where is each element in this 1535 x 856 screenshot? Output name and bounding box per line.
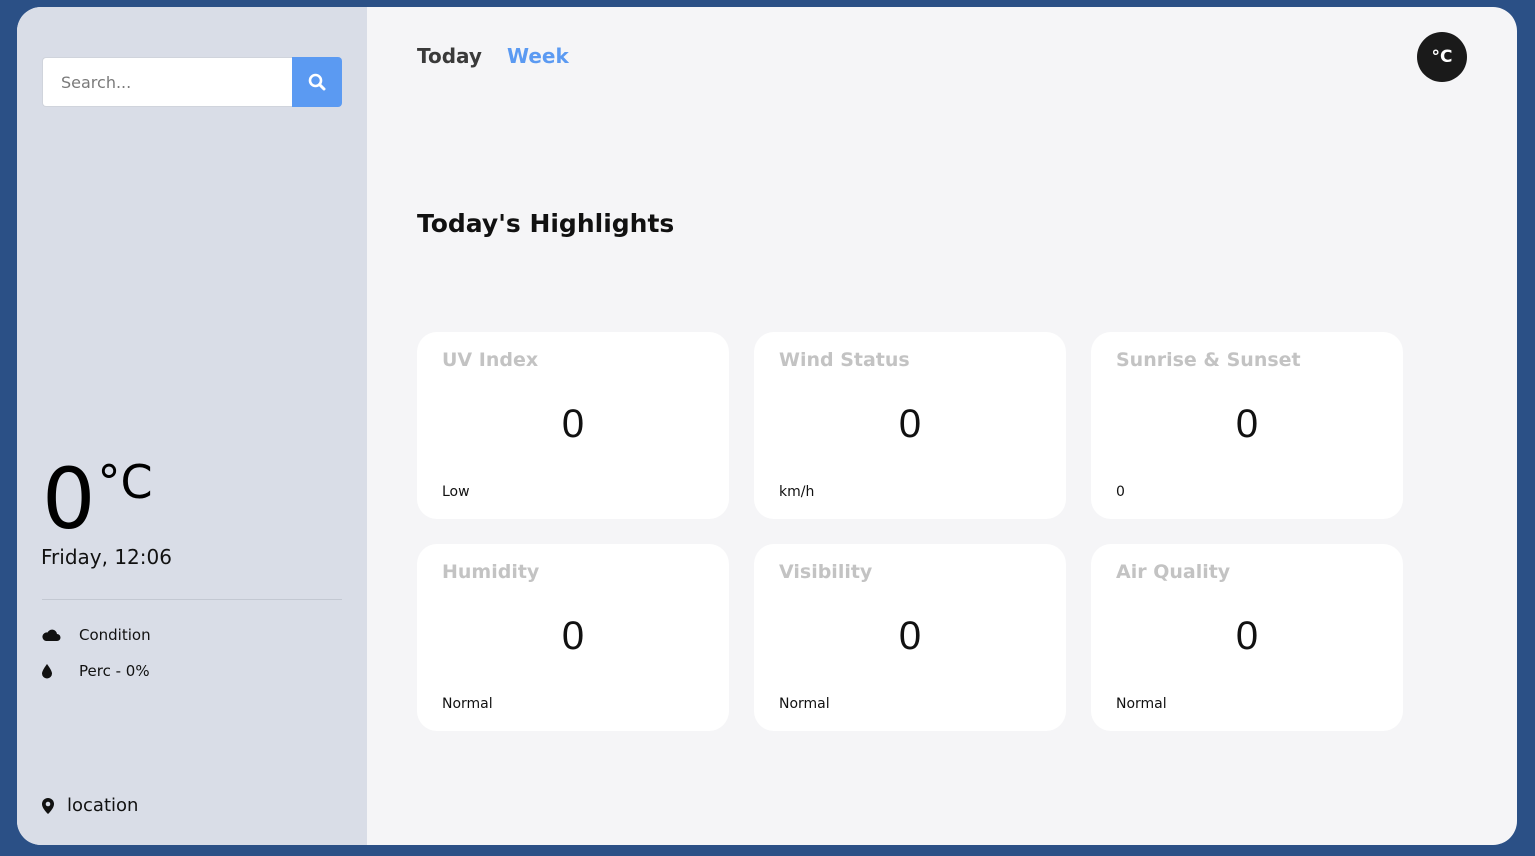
card-title: UV Index (442, 349, 539, 371)
card-title: Visibility (779, 561, 873, 583)
droplet-icon (41, 663, 63, 679)
card-status: Normal (1116, 696, 1167, 712)
card-value: 0 (898, 614, 922, 658)
tab-today[interactable]: Today (417, 44, 482, 68)
card-title: Sunrise & Sunset (1116, 349, 1301, 371)
card-value: 0 (561, 614, 585, 658)
search-button[interactable] (292, 57, 342, 107)
unit-toggle-button[interactable]: °C (1417, 32, 1467, 82)
card-status: Normal (779, 696, 830, 712)
card-sunrise-sunset: Sunrise & Sunset 0 0 (1091, 332, 1403, 519)
card-humidity: Humidity 0 Normal (417, 544, 729, 731)
card-uv-index: UV Index 0 Low (417, 332, 729, 519)
tab-week[interactable]: Week (507, 44, 569, 68)
condition-label: Condition (79, 626, 151, 644)
card-visibility: Visibility 0 Normal (754, 544, 1066, 731)
card-status: Normal (442, 696, 493, 712)
sidebar: 0 °C Friday, 12:06 Condition Perc - 0% (17, 7, 367, 845)
location-label: location (67, 795, 139, 816)
card-value: 0 (1235, 614, 1259, 658)
card-status: km/h (779, 484, 815, 500)
card-title: Wind Status (779, 349, 910, 371)
location: location (41, 795, 138, 816)
temperature-value: 0 (42, 450, 96, 548)
card-air-quality: Air Quality 0 Normal (1091, 544, 1403, 731)
card-status: Low (442, 484, 470, 500)
highlights-title: Today's Highlights (417, 209, 675, 238)
precipitation-row: Perc - 0% (41, 662, 150, 680)
cloud-icon (41, 628, 63, 642)
highlights-grid: UV Index 0 Low Wind Status 0 km/h Sunris… (417, 332, 1403, 731)
search-input[interactable] (42, 57, 292, 107)
temperature-unit: °C (97, 455, 153, 509)
card-title: Air Quality (1116, 561, 1231, 583)
main-panel: Today Week °C Today's Highlights UV Inde… (367, 7, 1517, 845)
tabs: Today Week (417, 44, 569, 68)
precipitation-label: Perc - 0% (79, 662, 150, 680)
search-icon (308, 73, 326, 91)
card-wind-status: Wind Status 0 km/h (754, 332, 1066, 519)
map-pin-icon (41, 797, 55, 815)
current-temperature: 0 °C (42, 452, 153, 547)
card-value: 0 (898, 402, 922, 446)
divider (42, 599, 342, 600)
card-value: 0 (1235, 402, 1259, 446)
weather-app: 0 °C Friday, 12:06 Condition Perc - 0% (17, 7, 1517, 845)
condition-row: Condition (41, 626, 151, 644)
current-datetime: Friday, 12:06 (41, 545, 172, 569)
card-value: 0 (561, 402, 585, 446)
card-status: 0 (1116, 484, 1125, 500)
search-bar (42, 57, 342, 107)
card-title: Humidity (442, 561, 540, 583)
